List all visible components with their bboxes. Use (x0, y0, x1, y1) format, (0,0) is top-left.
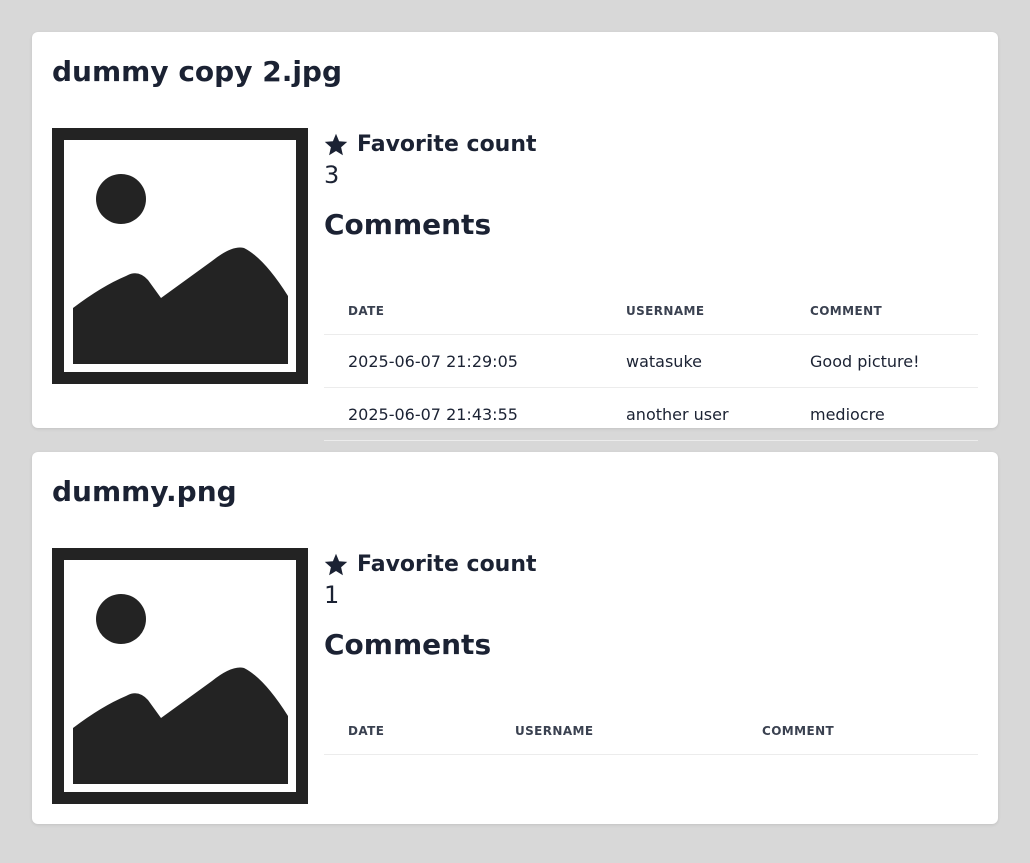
favorite-count-label: Favorite count (357, 132, 537, 157)
image-card: dummy copy 2.jpg Favorite count 3 Commen… (32, 32, 998, 441)
image-thumbnail[interactable] (52, 128, 308, 384)
table-header-row: DATE USERNAME COMMENT (324, 288, 978, 335)
column-header-date: DATE (324, 288, 602, 335)
image-placeholder-icon (52, 548, 308, 804)
favorite-count-value: 3 (324, 161, 340, 189)
table-header-row: DATE USERNAME COMMENT (324, 708, 978, 755)
favorite-count-label: Favorite count (357, 552, 537, 577)
favorite-count-value: 1 (324, 581, 340, 609)
image-thumbnail[interactable] (52, 548, 308, 804)
column-header-username: USERNAME (602, 288, 786, 335)
comments-heading: Comments (324, 628, 492, 661)
table-row: 2025-06-07 21:43:55 another user mediocr… (324, 387, 978, 441)
comments-table: DATE USERNAME COMMENT (324, 708, 978, 755)
comments-table: DATE USERNAME COMMENT 2025-06-07 21:29:0… (324, 288, 978, 441)
image-info: Favorite count 3 Comments DATE USERNAME … (324, 128, 978, 441)
favorite-header: Favorite count (324, 130, 978, 160)
column-header-comment: COMMENT (786, 288, 978, 335)
favorite-header: Favorite count (324, 550, 978, 580)
image-card: dummy.png Favorite count 1 Comments DATE… (32, 452, 998, 824)
image-title: dummy copy 2.jpg (52, 55, 343, 88)
star-icon (324, 133, 348, 156)
table-row: 2025-06-07 21:29:05 watasuke Good pictur… (324, 334, 978, 388)
comment-username: another user (602, 387, 786, 441)
comment-text: mediocre (786, 387, 978, 441)
comment-text: Good picture! (786, 334, 978, 388)
image-title: dummy.png (52, 475, 237, 508)
comments-heading: Comments (324, 208, 492, 241)
image-placeholder-icon (52, 128, 308, 384)
column-header-date: DATE (324, 708, 491, 755)
column-header-comment: COMMENT (738, 708, 978, 755)
comment-date: 2025-06-07 21:29:05 (324, 334, 602, 388)
column-header-username: USERNAME (491, 708, 738, 755)
comment-username: watasuke (602, 334, 786, 388)
comment-date: 2025-06-07 21:43:55 (324, 387, 602, 441)
image-info: Favorite count 1 Comments DATE USERNAME … (324, 548, 978, 755)
star-icon (324, 553, 348, 576)
